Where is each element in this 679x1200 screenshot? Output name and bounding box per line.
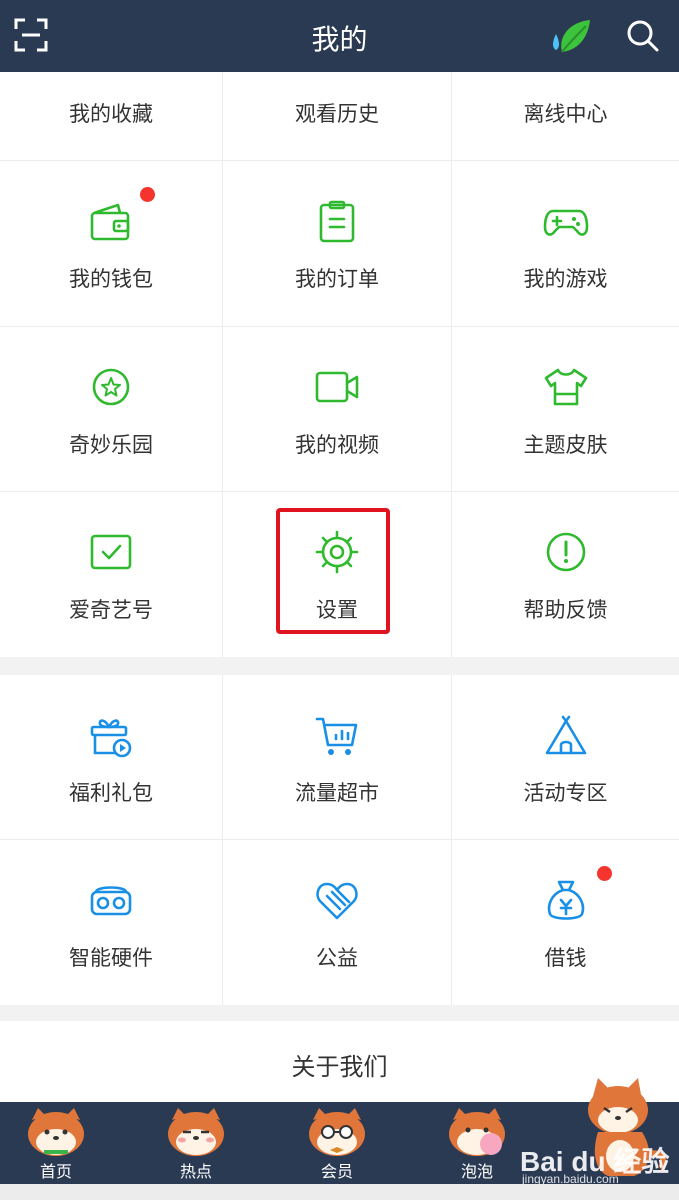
shiba-avatar-icon [309, 1108, 365, 1156]
grid-item-label: 离线中心 [523, 102, 608, 126]
tab-hot[interactable]: 热点 [146, 1102, 246, 1184]
tv-check-icon [90, 534, 132, 570]
grid-item-videos[interactable]: 我的视频 [223, 327, 452, 492]
grid-item-label: 爱奇艺号 [69, 598, 153, 622]
grid-item-iqiyi-id[interactable]: 爱奇艺号 [0, 492, 223, 657]
tent-icon [545, 715, 586, 755]
grid-item-history[interactable]: 观看历史 [223, 72, 452, 161]
gamepad-icon [543, 209, 588, 236]
grid-item-label: 主题皮肤 [523, 433, 608, 457]
menu-grid-secondary: 福利礼包 流量超市 活动专区 智能硬件 公益 借钱 [0, 675, 679, 1005]
grid-item-label: 活动专区 [523, 781, 608, 805]
grid-item-hardware[interactable]: 智能硬件 [0, 840, 223, 1005]
tshirt-icon [544, 368, 587, 406]
money-bag-icon [547, 880, 584, 920]
star-circle-icon [92, 368, 130, 406]
video-camera-icon [315, 371, 359, 403]
shiba-avatar-icon [168, 1108, 224, 1156]
clipboard-icon [319, 200, 355, 243]
shiba-avatar-icon [28, 1108, 84, 1156]
highlight-box [276, 508, 390, 634]
grid-item-label: 智能硬件 [69, 946, 153, 970]
tab-label: 首页 [39, 1162, 72, 1181]
notification-badge [140, 187, 155, 202]
grid-item-orders[interactable]: 我的订单 [223, 161, 452, 327]
grid-item-themes[interactable]: 主题皮肤 [452, 327, 679, 492]
grid-item-label: 公益 [316, 946, 358, 970]
grid-item-label: 流量超市 [295, 781, 379, 805]
grid-item-charity[interactable]: 公益 [223, 840, 452, 1005]
grid-item-gifts[interactable]: 福利礼包 [0, 675, 223, 840]
tab-home[interactable]: 首页 [6, 1102, 106, 1184]
notification-badge [597, 866, 612, 881]
grid-item-favorites[interactable]: 我的收藏 [0, 72, 223, 161]
grid-item-label: 奇妙乐园 [69, 433, 153, 457]
tab-vip[interactable]: 会员 [287, 1102, 387, 1184]
grid-item-label: 我的收藏 [69, 102, 153, 126]
grid-item-loan[interactable]: 借钱 [452, 840, 679, 1005]
grid-item-label: 我的视频 [295, 433, 379, 457]
bottom-strip [0, 1184, 679, 1200]
shiba-avatar-icon [449, 1108, 505, 1156]
top-bar: 我的 [0, 0, 679, 72]
grid-item-label: 我的游戏 [523, 267, 608, 291]
tab-label: 热点 [179, 1162, 212, 1181]
grid-item-label: 我的订单 [295, 267, 379, 291]
grid-item-label: 借钱 [544, 946, 587, 970]
heart-icon [316, 882, 358, 920]
gift-icon [90, 719, 132, 758]
grid-item-events[interactable]: 活动专区 [452, 675, 679, 840]
grid-item-label: 观看历史 [295, 102, 379, 126]
grid-item-park[interactable]: 奇妙乐园 [0, 327, 223, 492]
grid-item-label: 帮助反馈 [523, 598, 608, 622]
wallet-icon [90, 203, 130, 241]
grid-item-label: 我的钱包 [69, 267, 153, 291]
tab-label: 会员 [320, 1162, 353, 1181]
search-icon[interactable] [626, 19, 660, 53]
grid-item-label: 福利礼包 [69, 781, 153, 805]
grid-item-games[interactable]: 我的游戏 [452, 161, 679, 327]
cart-icon [315, 717, 358, 755]
grid-item-wallet[interactable]: 我的钱包 [0, 161, 223, 327]
leaf-icon[interactable] [548, 16, 592, 56]
exclamation-circle-icon [546, 532, 585, 572]
grid-item-help[interactable]: 帮助反馈 [452, 492, 679, 657]
tab-label: 泡泡 [460, 1162, 493, 1181]
grid-item-offline[interactable]: 离线中心 [452, 72, 679, 161]
tab-bubble[interactable]: 泡泡 [427, 1102, 527, 1184]
vr-headset-icon [90, 886, 132, 916]
grid-item-data-market[interactable]: 流量超市 [223, 675, 452, 840]
